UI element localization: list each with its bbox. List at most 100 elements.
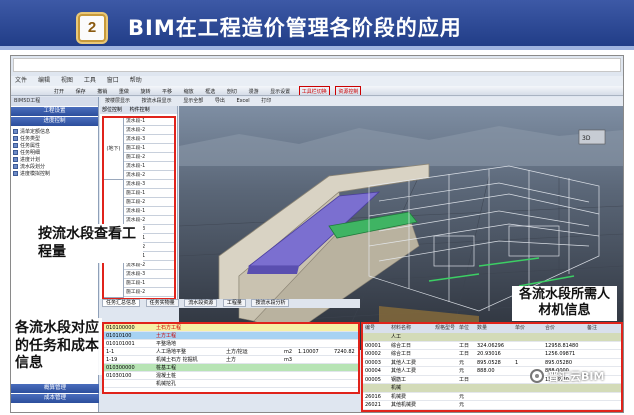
export-button[interactable]: 导出 <box>215 98 225 104</box>
tab-section-resource[interactable]: 流水段资源 <box>184 299 218 307</box>
flow-section-item[interactable]: 流水段-3 <box>124 136 174 144</box>
toolbar-undo-button[interactable]: 撤销 <box>94 86 110 95</box>
group-basement[interactable]: (地下) <box>104 118 124 180</box>
resource-row[interactable]: 00001 综合工日 工日 324.06296 12958.81480 <box>363 342 621 350</box>
tab-quantity[interactable]: 工程量 <box>222 299 246 307</box>
toolbar-save-button[interactable]: 保存 <box>73 86 89 95</box>
task-cell: 010101001 <box>106 341 135 347</box>
task-row[interactable]: 1-1 人工场地平整 土方/挖运 m2 1.10007 7240.82 <box>104 348 358 356</box>
print-button[interactable]: 打印 <box>261 98 271 104</box>
menu-window[interactable]: 窗口 <box>107 77 119 84</box>
nav-item-task-type[interactable]: 任务类型 <box>13 135 96 142</box>
task-cell: 土方/挖运 <box>226 349 248 355</box>
tab-location-control[interactable]: 部位控制 <box>102 107 122 113</box>
toolbar-switch-button[interactable]: 工具栏切换 <box>298 86 330 95</box>
tab-task-summary[interactable]: 任务汇总信息 <box>102 299 141 307</box>
task-row[interactable]: 1-19 机械土石方 挖掘机 土方 m3 <box>104 356 358 364</box>
nav-list: 清单定额信息 任务类型 任务属性 任务明细 进度计划 流水段划分 进度模拟控制 <box>11 126 98 179</box>
flow-section-item[interactable]: 施工段-2 <box>124 289 174 297</box>
show-all-button[interactable]: 显示全部 <box>183 98 203 104</box>
toolbar-redo-button[interactable]: 重做 <box>116 86 132 95</box>
resource-column-header[interactable]: 合价 <box>543 324 585 333</box>
nav-item-flow-division[interactable]: 流水段划分 <box>13 163 96 170</box>
excel-button[interactable]: Excel <box>236 98 249 104</box>
menu-help[interactable]: 帮助 <box>130 77 142 84</box>
resource-column-header[interactable]: 编号 <box>363 324 389 333</box>
nav-header-progress-control[interactable]: 进度控制 <box>11 117 98 126</box>
by-section-button[interactable]: 按流水段显示 <box>142 98 172 104</box>
nav-header-budget[interactable]: 概算管理 <box>11 384 99 393</box>
flow-section-item[interactable]: 施工段-1 <box>124 145 174 153</box>
resource-cell <box>585 393 619 401</box>
menu-file[interactable]: 文件 <box>15 77 27 84</box>
resource-column-header[interactable]: 备注 <box>585 324 619 333</box>
menu-edit[interactable]: 编辑 <box>38 77 50 84</box>
toolbar-pan-button[interactable]: 平移 <box>159 86 175 95</box>
flow-section-item[interactable]: 流水段-3 <box>124 181 174 189</box>
resource-cell <box>457 384 475 392</box>
tab-task-quantity[interactable]: 任务实物量 <box>145 299 179 307</box>
resource-row[interactable]: 26016 机械费 元 <box>363 393 621 401</box>
resource-column-header[interactable]: 数量 <box>475 324 513 333</box>
task-row[interactable]: 010101001 平整场地 <box>104 340 358 348</box>
tab-section-analysis[interactable]: 按流水段分析 <box>251 299 290 307</box>
toolbar-zoom-button[interactable]: 缩放 <box>181 86 197 95</box>
resource-cell: 综合工日 <box>391 342 412 349</box>
flow-section-item[interactable]: 流水段-1 <box>124 163 174 171</box>
menu-tools[interactable]: 工具 <box>84 77 96 84</box>
resource-row[interactable]: 00002 综合工日 工日 20.93016 1256.09871 <box>363 350 621 359</box>
resource-column-header[interactable]: 材料名称 <box>389 324 433 333</box>
task-cell <box>282 332 296 339</box>
task-row[interactable]: 010100000 土石方工程 <box>104 324 358 332</box>
resource-group-row[interactable]: 人工 <box>363 333 621 342</box>
nav-item-task-props[interactable]: 任务属性 <box>13 142 96 149</box>
flow-section-item[interactable]: 流水段-3 <box>124 271 174 279</box>
resource-cell: 其他人工费 <box>391 359 417 366</box>
flow-section-item[interactable]: 流水段-1 <box>124 118 174 126</box>
flow-section-item[interactable]: 流水段-2 <box>124 172 174 180</box>
nav-item-task-detail[interactable]: 任务明细 <box>13 149 96 156</box>
resource-row[interactable]: 26021 其他机械费 元 <box>363 401 621 410</box>
toolbar-rotate-button[interactable]: 旋转 <box>137 86 153 95</box>
nav-pane-title: BIM5D工程 <box>11 97 98 106</box>
resource-column-header[interactable]: 单价 <box>513 324 543 333</box>
folder-icon <box>13 150 18 155</box>
flow-section-item[interactable]: 流水段-1 <box>124 208 174 216</box>
task-cell <box>282 372 296 379</box>
resource-cell: 元 <box>459 368 465 374</box>
nav-item-quota[interactable]: 清单定额信息 <box>13 128 96 135</box>
by-floor-button[interactable]: 按楼层显示 <box>105 98 130 104</box>
main-toolbar: 打开 保存 撤销 重做 旋转 平移 缩放 框选 剖切 漫游 显示设置 工具栏切换… <box>11 86 623 96</box>
tab-component-control[interactable]: 构件控制 <box>130 107 150 113</box>
resource-cell <box>363 333 389 341</box>
flow-section-item[interactable]: 流水段-2 <box>124 262 174 270</box>
nav-item-progress-sim[interactable]: 进度模拟控制 <box>13 170 96 177</box>
flow-section-item[interactable]: 施工段-2 <box>124 199 174 207</box>
task-row[interactable]: 01030100 混凝土桩 <box>104 372 358 380</box>
resource-column-header[interactable]: 单位 <box>457 324 475 333</box>
resource-column-header[interactable]: 规格型号 <box>433 324 457 333</box>
toolbar-select-button[interactable]: 框选 <box>202 86 218 95</box>
task-cell: 01030100 <box>106 373 132 379</box>
toolbar-resource-button[interactable]: 资源控制 <box>335 86 362 95</box>
task-row[interactable]: 01010100 土方工程 <box>104 332 358 340</box>
nav-item-schedule[interactable]: 进度计划 <box>13 156 96 163</box>
flow-section-item[interactable]: 施工段-2 <box>124 154 174 162</box>
nav-header-project-settings[interactable]: 工程设置 <box>11 107 98 116</box>
nav-header-cost[interactable]: 成本管理 <box>11 394 99 403</box>
toolbar-open-button[interactable]: 打开 <box>51 86 67 95</box>
toolbar-walk-button[interactable]: 漫游 <box>245 86 261 95</box>
task-cell <box>332 372 358 379</box>
toolbar-section-button[interactable]: 剖切 <box>224 86 240 95</box>
menu-view[interactable]: 视图 <box>61 77 73 84</box>
flow-panel-tabs: 部位控制 构件控制 <box>100 106 177 114</box>
task-cell <box>296 380 332 387</box>
flow-section-item[interactable]: 流水段-2 <box>124 127 174 135</box>
watermark: 晋汇云BIM <box>530 366 630 386</box>
toolbar-display-settings-button[interactable]: 显示设置 <box>267 86 293 95</box>
task-row[interactable]: 010300000 桩基工程 <box>104 364 358 372</box>
task-cell: 机械挖孔 <box>156 381 177 387</box>
flow-section-item[interactable]: 施工段-1 <box>124 280 174 288</box>
flow-section-item[interactable]: 施工段-1 <box>124 190 174 198</box>
task-row[interactable]: 机械挖孔 <box>104 380 358 388</box>
